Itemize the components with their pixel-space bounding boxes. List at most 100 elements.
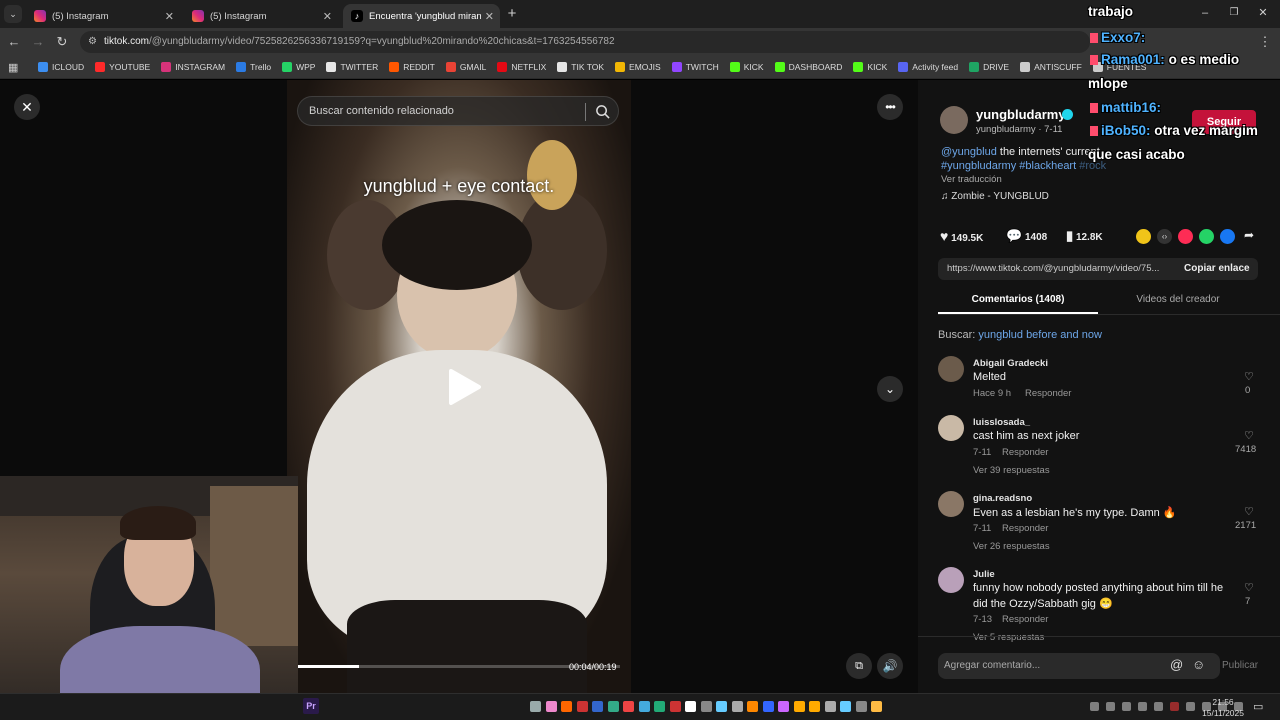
close-tab-icon[interactable]: ✕: [165, 10, 174, 23]
facebook-icon[interactable]: [1220, 229, 1235, 244]
system-tray-icon[interactable]: [1138, 702, 1147, 711]
comment-like-icon[interactable]: ♡: [1244, 370, 1254, 383]
pip-icon[interactable]: ⧉: [846, 653, 872, 679]
bookmark-item[interactable]: KICK: [729, 61, 764, 72]
taskbar-app-icon[interactable]: [840, 701, 851, 712]
view-replies-button[interactable]: Ver 26 respuestas: [973, 541, 1050, 552]
commenter-name[interactable]: Julie: [973, 569, 995, 580]
bookmark-item[interactable]: TWITCH: [671, 61, 719, 72]
bookmark-item[interactable]: Trello: [236, 61, 271, 72]
bookmark-item[interactable]: WPP: [282, 61, 315, 72]
comment-like-icon[interactable]: ♡: [1244, 505, 1254, 518]
close-video-icon[interactable]: ✕: [14, 94, 40, 120]
system-tray-icon[interactable]: [1106, 702, 1115, 711]
reply-button[interactable]: Responder: [1002, 523, 1048, 534]
taskbar-app-icon[interactable]: [762, 701, 774, 712]
bookmark-item[interactable]: TWITTER: [326, 61, 378, 72]
tab-tiktok[interactable]: ♪ Encuentra 'yungblud mirando ✕: [343, 4, 500, 28]
view-replies-button[interactable]: Ver 5 respuestas: [973, 632, 1044, 643]
taskbar-app-icon[interactable]: [871, 701, 882, 712]
reply-button[interactable]: Responder: [1002, 614, 1048, 625]
taskbar-app-icon[interactable]: [809, 701, 820, 712]
system-tray-icon[interactable]: [1122, 702, 1131, 711]
mention-icon[interactable]: @: [1170, 657, 1183, 672]
next-video-icon[interactable]: ⌄: [877, 376, 903, 402]
tab-instagram-1[interactable]: (5) Instagram ✕: [26, 4, 180, 28]
bookmark-item[interactable]: ANTISCUFF: [1020, 61, 1082, 72]
comment-like-icon[interactable]: ♡: [1244, 429, 1254, 442]
view-replies-button[interactable]: Ver 39 respuestas: [973, 465, 1050, 476]
mention-link[interactable]: @yungblud: [941, 146, 997, 158]
taskbar-app-icon[interactable]: [716, 701, 727, 712]
taskbar-app-icon[interactable]: [778, 701, 789, 712]
commenter-name[interactable]: luisslosada_: [973, 417, 1030, 428]
share-friend-icon[interactable]: [1136, 229, 1151, 244]
taskbar-app-icon[interactable]: [747, 701, 758, 712]
bookmark-item[interactable]: ICLOUD: [38, 61, 84, 72]
embed-icon[interactable]: ‹›: [1157, 229, 1172, 244]
taskbar-app-icon[interactable]: [607, 701, 619, 712]
forward-icon[interactable]: →: [29, 33, 47, 51]
comment-like-icon[interactable]: ♡: [1244, 581, 1254, 594]
emoji-icon[interactable]: ☺: [1192, 657, 1205, 672]
notifications-icon[interactable]: ▭: [1253, 700, 1263, 713]
commenter-avatar[interactable]: [938, 567, 964, 593]
search-icon[interactable]: [595, 104, 610, 119]
hashtag-link[interactable]: #blackheart: [1019, 160, 1076, 172]
new-tab-icon[interactable]: +: [503, 5, 521, 23]
reply-button[interactable]: Responder: [1025, 388, 1071, 399]
bookmark-item[interactable]: INSTAGRAM: [161, 61, 225, 72]
taskbar-app-icon[interactable]: [654, 701, 665, 712]
bookmark-item[interactable]: NETFLIX: [497, 61, 546, 72]
taskbar-app-icon[interactable]: [561, 701, 572, 712]
copy-link-button[interactable]: Copiar enlace: [1184, 263, 1250, 274]
commenter-avatar[interactable]: [938, 356, 964, 382]
reply-button[interactable]: Responder: [1002, 447, 1048, 458]
taskbar-app-icon[interactable]: [530, 701, 541, 712]
tab-instagram-2[interactable]: (5) Instagram ✕: [184, 4, 338, 28]
author-avatar[interactable]: [940, 106, 968, 134]
commenter-name[interactable]: Abigail Gradecki: [973, 358, 1048, 369]
bookmark-item[interactable]: GMAIL: [445, 61, 486, 72]
tab-list-icon[interactable]: ⌄: [4, 5, 22, 23]
translate-link[interactable]: Ver traducción: [941, 174, 1002, 185]
share-arrow-icon[interactable]: ➦: [1244, 228, 1254, 242]
bookmark-item[interactable]: KICK: [853, 61, 887, 72]
commenter-name[interactable]: gina.readsno: [973, 493, 1032, 504]
system-tray-icon[interactable]: [1154, 702, 1163, 711]
bookmark-item[interactable]: TIK TOK: [557, 61, 604, 72]
music-row[interactable]: ♫ Zombie - YUNGBLUD: [941, 191, 1049, 202]
taskbar-app-icon[interactable]: [855, 701, 867, 712]
system-tray-icon[interactable]: [1186, 702, 1195, 711]
more-options-icon[interactable]: •••: [877, 94, 903, 120]
taskbar-app-icon[interactable]: [576, 701, 588, 712]
system-tray-icon[interactable]: [1090, 702, 1099, 711]
taskbar-app-icon[interactable]: [685, 701, 696, 712]
related-search-bar[interactable]: Buscar contenido relacionado: [297, 96, 619, 126]
tab-creator-videos[interactable]: Videos del creador: [1098, 290, 1258, 314]
publish-button[interactable]: Publicar: [1222, 660, 1258, 671]
like-button[interactable]: ♥ 149.5K: [940, 228, 983, 244]
taskbar-app-icon[interactable]: [700, 701, 712, 712]
volume-icon[interactable]: 🔊: [877, 653, 903, 679]
back-icon[interactable]: ←: [5, 33, 23, 51]
reload-icon[interactable]: ↻: [53, 33, 71, 51]
url-text[interactable]: tiktok.com/@yungbludarmy/video/752582625…: [104, 36, 615, 47]
taskbar-app-icon[interactable]: [669, 701, 681, 712]
taskbar-app-icon[interactable]: [793, 701, 805, 712]
hashtag-link[interactable]: #yungbludarmy: [941, 160, 1016, 172]
taskbar-app-icon[interactable]: [623, 701, 634, 712]
bookmark-item[interactable]: DASHBOARD: [774, 61, 842, 72]
bookmark-item[interactable]: DRIVE: [969, 61, 1009, 72]
address-bar[interactable]: ⚙ tiktok.com/@yungbludarmy/video/7525826…: [80, 31, 1090, 53]
commenter-avatar[interactable]: [938, 415, 964, 441]
taskbar-app-icon[interactable]: [592, 701, 603, 712]
whatsapp-icon[interactable]: [1199, 229, 1214, 244]
send-icon[interactable]: [1178, 229, 1193, 244]
save-button[interactable]: ▮ 12.8K: [1066, 228, 1103, 244]
site-info-icon[interactable]: ⚙: [88, 36, 97, 47]
close-tab-icon[interactable]: ✕: [485, 10, 494, 23]
bookmark-item[interactable]: YOUTUBE: [95, 61, 150, 72]
author-name[interactable]: yungbludarmy: [976, 107, 1066, 122]
comment-input[interactable]: Agregar comentario... @ ☺: [938, 653, 1220, 679]
